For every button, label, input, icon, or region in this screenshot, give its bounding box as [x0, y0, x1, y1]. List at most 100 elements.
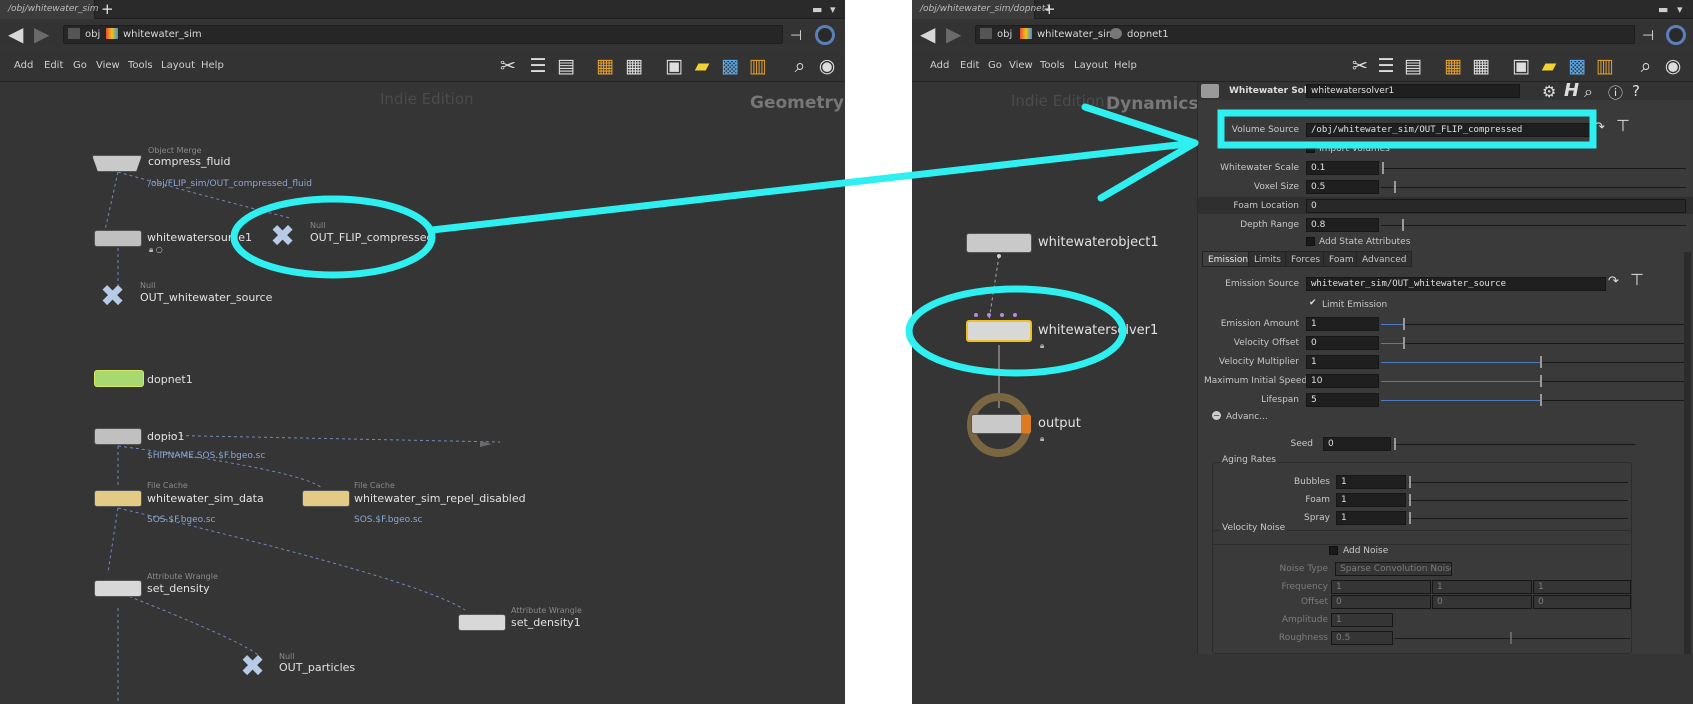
output-connector[interactable]	[997, 254, 1001, 258]
node-wrangle-2[interactable]	[458, 614, 506, 631]
roughness-knob[interactable]	[1510, 632, 1512, 644]
info-icon[interactable]: ⓘ	[1608, 82, 1623, 103]
color-palette-icon-right[interactable]: ▦	[1442, 55, 1464, 77]
seed-field[interactable]: 0	[1323, 437, 1391, 451]
gear-icon[interactable]: ⚙	[1542, 82, 1556, 101]
aging-row-knob[interactable]	[1409, 512, 1411, 524]
depth-range-slider[interactable]	[1381, 225, 1686, 226]
grid-icon-right[interactable]: ▦	[1470, 55, 1492, 77]
input-dot-1[interactable]	[974, 313, 978, 317]
question-icon[interactable]: ?	[1632, 82, 1640, 100]
whitewater-scale-slider[interactable]	[1381, 168, 1686, 169]
emission-source-field[interactable]: whitewater_sim/OUT_whitewater_source	[1306, 277, 1606, 291]
eye-icon-right[interactable]: ◉	[1662, 55, 1684, 77]
emission-row-field[interactable]: 5	[1306, 393, 1379, 407]
node-name-field[interactable]: whitewatersolver1	[1306, 84, 1520, 98]
whitewater-scale-field[interactable]: 0.1	[1306, 161, 1379, 175]
image-icon-right[interactable]: ▩	[1566, 55, 1588, 77]
input-dot-4[interactable]	[1013, 313, 1017, 317]
seed-knob[interactable]	[1394, 438, 1396, 450]
input-dot-2[interactable]	[987, 313, 991, 317]
offset-x[interactable]: 0	[1331, 595, 1431, 609]
aging-row-slider[interactable]	[1408, 500, 1628, 501]
search-icon-right[interactable]: ⌕	[1635, 55, 1657, 77]
tab-advanced[interactable]: Advanced	[1356, 251, 1413, 267]
whitewater-scale-knob[interactable]	[1382, 162, 1384, 174]
node-compress-fluid[interactable]	[92, 155, 142, 172]
node-dopio[interactable]	[94, 428, 142, 445]
collapse-icon[interactable]: −	[1212, 411, 1221, 420]
aging-row-slider[interactable]	[1408, 518, 1628, 519]
tab-foam[interactable]: Foam	[1323, 251, 1360, 267]
offset-z[interactable]: 0	[1533, 595, 1631, 609]
node-dopnet[interactable]	[94, 370, 144, 387]
emission-row-field[interactable]: 1	[1306, 317, 1379, 331]
tab-limits[interactable]: Limits	[1248, 251, 1287, 267]
node-file-cache-2[interactable]	[302, 490, 350, 507]
node-output[interactable]	[971, 414, 1031, 434]
emission-row-slider[interactable]	[1381, 343, 1686, 344]
node-whitewatersource[interactable]	[94, 230, 142, 247]
volume-source-field[interactable]: /obj/whitewater_sim/OUT_FLIP_compressed	[1306, 123, 1591, 137]
emission-row-knob[interactable]	[1540, 375, 1542, 387]
limit-emission-check-icon[interactable]: ✔	[1309, 298, 1317, 308]
input-dot-3[interactable]	[1000, 313, 1004, 317]
frequency-y[interactable]: 1	[1432, 580, 1532, 594]
node-wrangle-1[interactable]	[94, 580, 142, 597]
noise-type-select[interactable]: Sparse Convolution Noise	[1335, 562, 1452, 576]
emission-row-knob[interactable]	[1403, 318, 1405, 330]
aging-row-knob[interactable]	[1409, 476, 1411, 488]
amplitude-field[interactable]: 1	[1331, 613, 1393, 627]
tree-icon-right[interactable]: ☰	[1375, 55, 1397, 77]
emission-row-field[interactable]: 10	[1306, 374, 1379, 388]
param-scrollbar[interactable]	[1684, 252, 1691, 654]
null-icon-3[interactable]: ✖	[240, 652, 265, 682]
state-attrs-checkbox[interactable]	[1306, 237, 1315, 246]
emission-row-knob[interactable]	[1540, 394, 1542, 406]
box-icon-right[interactable]: ▥	[1594, 55, 1616, 77]
jump-icon-2[interactable]: ↷	[1608, 274, 1619, 289]
emission-row-field[interactable]: 0	[1306, 336, 1379, 350]
pane-menu-icon-right[interactable]: ▬	[1658, 3, 1668, 16]
emission-row-field[interactable]: 1	[1306, 355, 1379, 369]
pin-icon-right[interactable]: ⊣	[1642, 28, 1654, 44]
add-noise-checkbox[interactable]	[1329, 546, 1338, 555]
help-h-icon[interactable]: H	[1564, 80, 1579, 101]
offset-y[interactable]: 0	[1432, 595, 1532, 609]
search-icon-param[interactable]: ⌕	[1584, 82, 1593, 102]
pane-arrow-icon-right[interactable]: ▾	[1677, 3, 1683, 16]
tab-emission[interactable]: Emission	[1202, 251, 1255, 267]
import-volumes-checkbox[interactable]	[1306, 144, 1315, 153]
seed-slider[interactable]	[1393, 444, 1635, 445]
foam-location-field[interactable]: 0	[1306, 199, 1686, 213]
frequency-z[interactable]: 1	[1533, 580, 1631, 594]
jump-icon[interactable]: ↷	[1594, 120, 1605, 135]
aging-row-field[interactable]: 1	[1336, 493, 1406, 507]
node-chooser-icon-2[interactable]: ⊤	[1630, 270, 1644, 289]
null-icon[interactable]: ✖	[270, 222, 295, 252]
aging-row-slider[interactable]	[1408, 482, 1628, 483]
null-icon-2[interactable]: ✖	[100, 282, 125, 312]
list-icon-right[interactable]: ▤	[1402, 55, 1424, 77]
emission-row-knob[interactable]	[1540, 356, 1542, 368]
frequency-x[interactable]: 1	[1331, 580, 1431, 594]
node-whitewatersolver[interactable]	[966, 320, 1032, 342]
emission-row-slider[interactable]	[1381, 324, 1686, 325]
aging-row-field[interactable]: 1	[1336, 475, 1406, 489]
link-icon-right[interactable]	[1666, 25, 1686, 45]
aging-row-knob[interactable]	[1409, 494, 1411, 506]
roughness-field[interactable]: 0.5	[1331, 631, 1393, 645]
tab-forces[interactable]: Forces	[1285, 251, 1327, 267]
voxel-size-knob[interactable]	[1394, 181, 1396, 193]
sticky-note-icon-right[interactable]: ▰	[1538, 55, 1560, 77]
tools-icon-right[interactable]: ✂	[1349, 55, 1371, 77]
emission-row-knob[interactable]	[1403, 337, 1405, 349]
node-chooser-icon[interactable]: ⊤	[1616, 116, 1630, 135]
node-whitewaterobject[interactable]	[966, 233, 1032, 253]
depth-range-knob[interactable]	[1402, 219, 1404, 231]
node-file-cache-1[interactable]	[94, 490, 142, 507]
depth-range-field[interactable]: 0.8	[1306, 218, 1379, 232]
network-box-icon-right[interactable]: ▣	[1510, 55, 1532, 77]
roughness-slider[interactable]	[1395, 638, 1630, 639]
voxel-size-slider[interactable]	[1381, 187, 1686, 188]
